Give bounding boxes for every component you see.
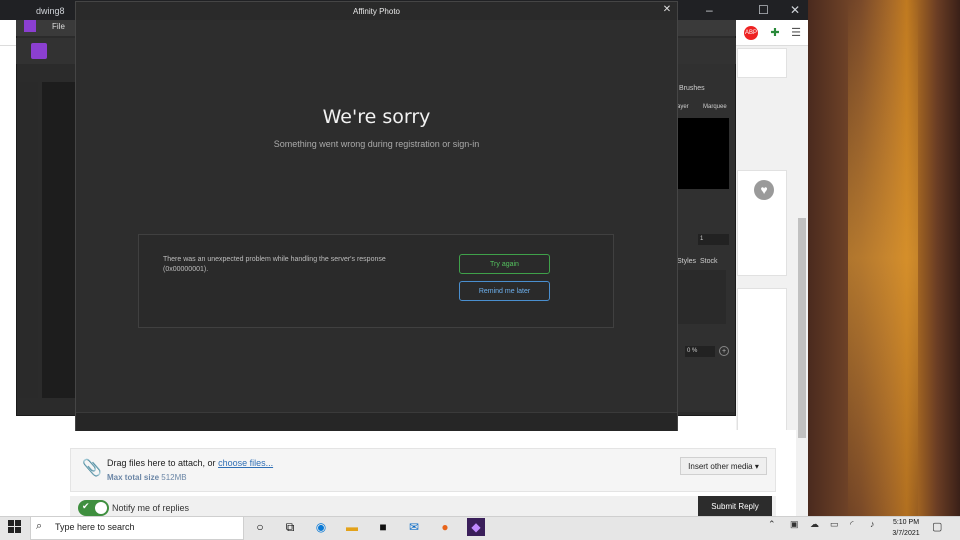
navigator-preview [678, 118, 729, 189]
tab-stock[interactable]: Stock [700, 258, 718, 265]
volume-icon[interactable]: ♪ [870, 519, 875, 529]
attach-instructions: Drag files here to attach, or choose fil… [107, 458, 274, 468]
tab-styles[interactable]: Styles [677, 258, 696, 265]
mail-icon[interactable]: ✉ [405, 518, 423, 536]
layer-option[interactable]: ayer [677, 104, 689, 110]
dialog-subheading: Something went wrong during registration… [273, 139, 480, 149]
tools-panel[interactable] [18, 82, 38, 398]
adblock-icon[interactable]: ABP [744, 26, 758, 40]
choose-files-link[interactable]: choose files... [218, 458, 273, 468]
attachment-dropzone[interactable] [70, 448, 776, 492]
close-window-icon[interactable]: ✕ [790, 3, 800, 17]
extension-icon[interactable]: ✚ [768, 26, 782, 40]
maximize-icon[interactable]: ☐ [758, 3, 769, 17]
device-icon[interactable]: ▣ [790, 519, 799, 530]
clock-time: 5:10 PM [892, 519, 920, 526]
clock-date: 3/7/2021 [892, 530, 920, 537]
dialog-title: Affinity Photo [353, 7, 400, 16]
sidebar-card [737, 288, 787, 448]
system-tray: ⌃ ▣ ☁ ▭ ◜ ♪ [768, 519, 883, 535]
store-icon[interactable]: ■ [374, 518, 392, 536]
styles-list[interactable] [678, 270, 726, 324]
toggle-knob [95, 502, 107, 514]
clock[interactable]: 5:10 PM 3/7/2021 [888, 517, 924, 539]
minimize-icon[interactable]: – [706, 3, 713, 17]
photo-persona-icon[interactable] [31, 43, 47, 59]
percent-field[interactable]: 0 % [685, 346, 715, 357]
insert-media-button[interactable]: Insert other media ▾ [680, 457, 767, 475]
submit-reply-button[interactable]: Submit Reply [698, 496, 772, 516]
paperclip-icon: 📎 [82, 460, 102, 477]
heart-icon[interactable]: ♥ [754, 180, 774, 200]
firefox-icon[interactable]: ● [436, 518, 454, 536]
desktop-wallpaper [808, 0, 960, 516]
scrollbar-thumb[interactable] [798, 218, 806, 438]
max-size-info: Max total size 512MB [107, 473, 187, 482]
browser-tab[interactable]: dwing8 [36, 3, 76, 20]
cloud-icon[interactable]: ☁ [810, 519, 819, 530]
panel-value-field[interactable]: 1 [698, 234, 729, 245]
task-view-icon[interactable]: ⧉ [281, 518, 299, 536]
affinity-logo-icon [24, 20, 36, 32]
file-explorer-icon[interactable]: ▬ [343, 518, 361, 536]
dialog-headline: We're sorry [322, 106, 431, 128]
error-message: There was an unexpected problem while ha… [163, 256, 386, 273]
tab-brushes[interactable]: Brushes [679, 85, 705, 92]
window-controls: – ☐ ✕ [678, 0, 808, 20]
menu-icon[interactable]: ☰ [789, 26, 803, 40]
marquee-option[interactable]: Marquee [703, 104, 727, 110]
close-icon[interactable]: ✕ [660, 4, 674, 18]
dialog-footer [76, 412, 677, 431]
notify-label: Notify me of replies [112, 503, 190, 513]
search-placeholder: Type here to search [55, 522, 135, 532]
affinity-photo-icon[interactable]: ◆ [467, 518, 485, 536]
battery-icon[interactable]: ▭ [830, 519, 839, 530]
try-again-button[interactable]: Try again [459, 254, 550, 274]
wifi-icon[interactable]: ◜ [850, 519, 854, 530]
add-icon[interactable]: + [719, 346, 729, 356]
file-menu[interactable]: File [52, 22, 65, 31]
check-icon: ✔ [82, 501, 90, 511]
edge-icon[interactable]: ◉ [312, 518, 330, 536]
search-icon: ⌕ [36, 520, 43, 532]
sidebar-card [737, 48, 787, 78]
error-dialog [75, 1, 678, 431]
windows-start-icon[interactable] [8, 520, 22, 534]
canvas-area [42, 82, 76, 398]
chevron-up-icon[interactable]: ⌃ [768, 519, 776, 530]
remind-later-button[interactable]: Remind me later [459, 281, 550, 301]
notifications-icon[interactable]: ▢ [932, 520, 946, 534]
cortana-icon[interactable]: ○ [251, 518, 269, 536]
